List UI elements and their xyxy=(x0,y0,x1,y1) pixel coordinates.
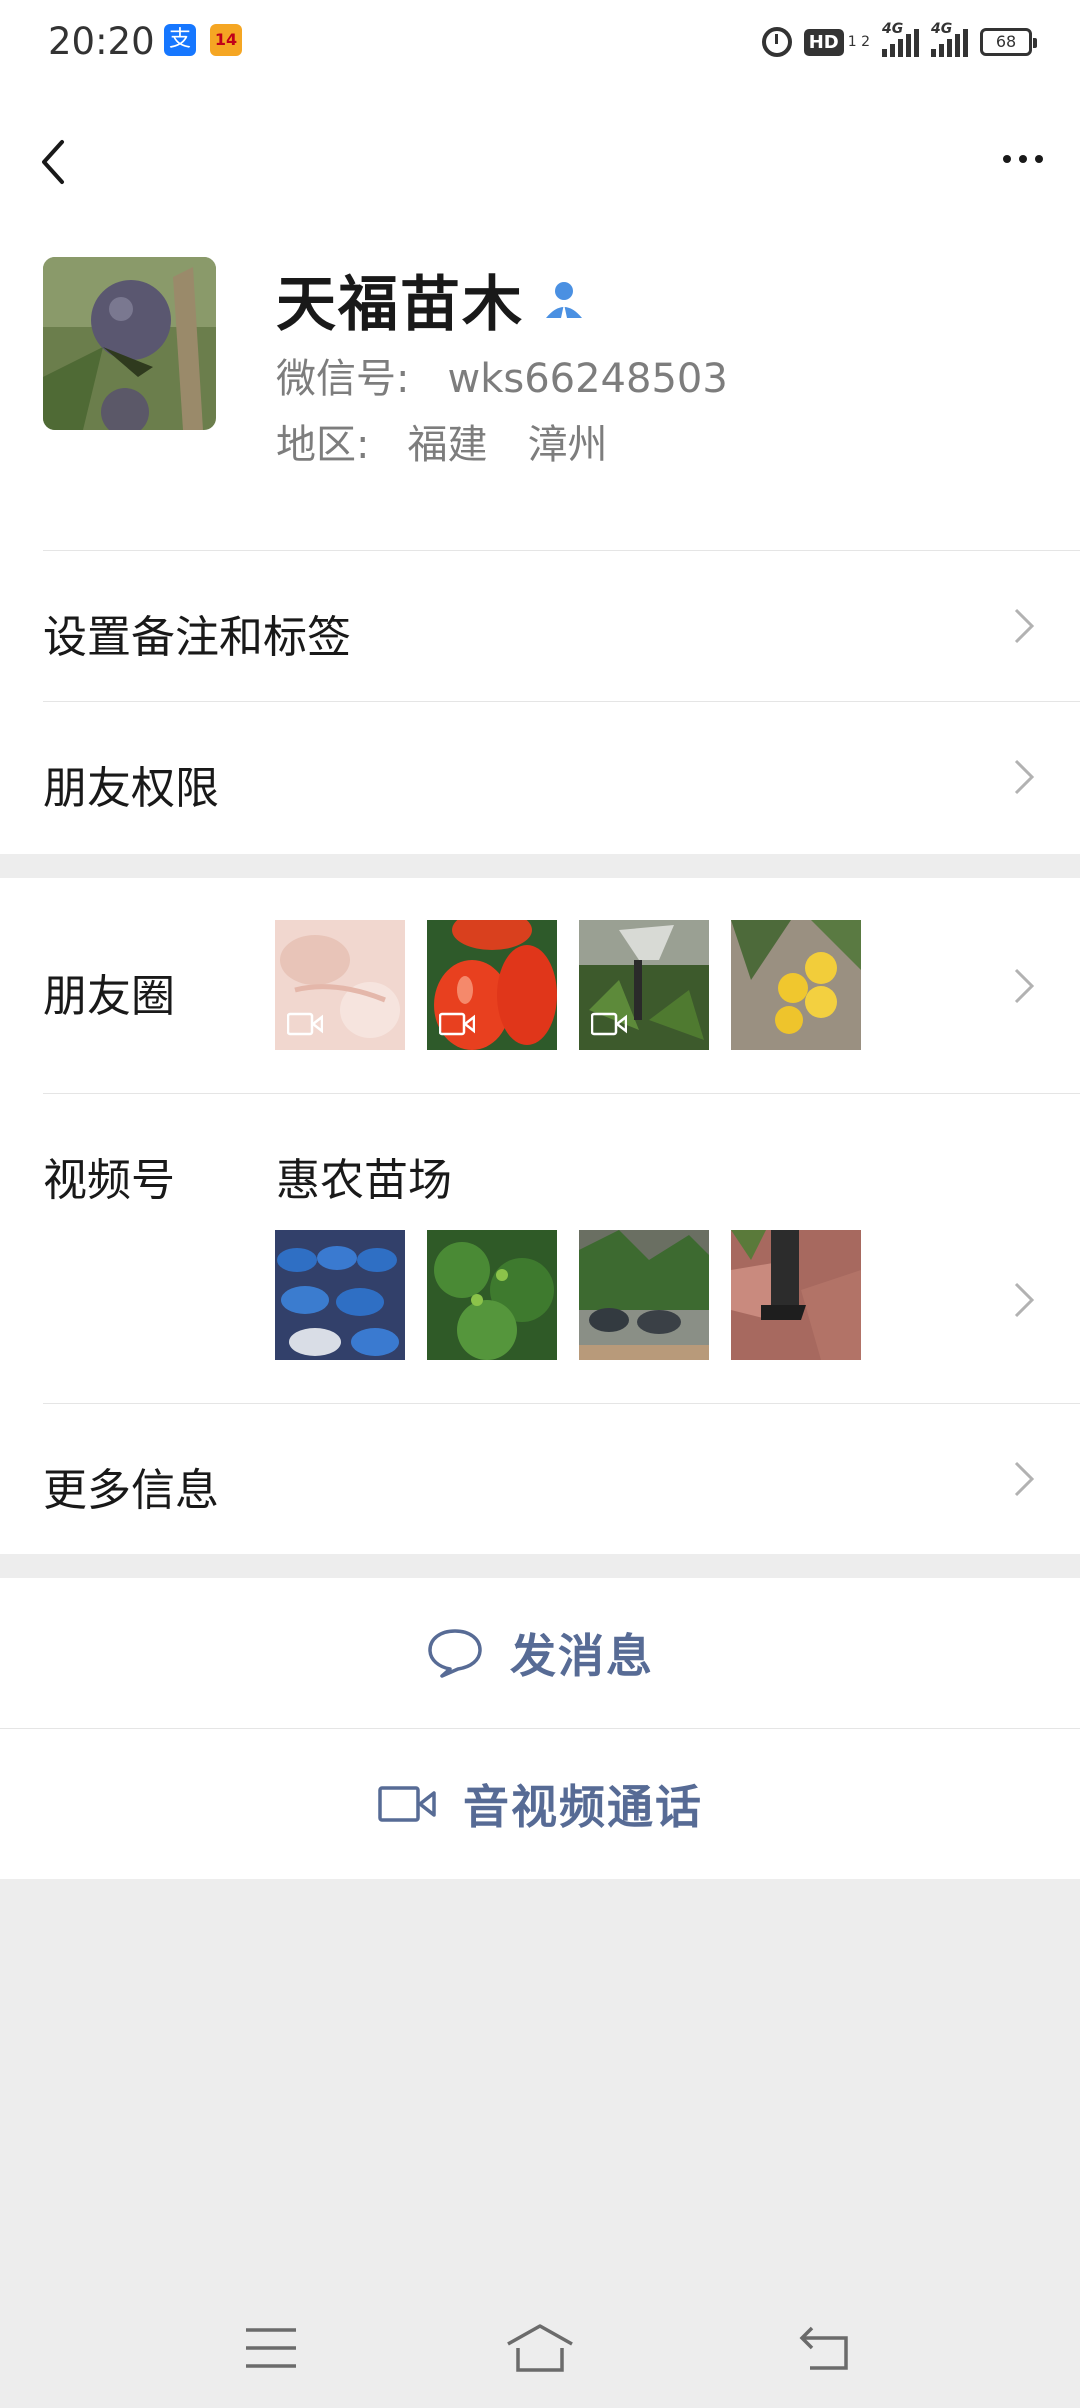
more-info-label: 更多信息 xyxy=(43,1465,219,1516)
friend-permissions-row[interactable]: 朋友权限 xyxy=(0,702,1080,852)
moments-thumbnail xyxy=(731,920,861,1050)
sim2-network-type: 4G xyxy=(931,21,953,37)
remark-tags-row[interactable]: 设置备注和标签 xyxy=(0,551,1080,701)
send-message-label: 发消息 xyxy=(510,1629,654,1683)
friend-permissions-label: 朋友权限 xyxy=(43,763,219,814)
status-time: 20:20 xyxy=(48,20,155,63)
chat-bubble-icon xyxy=(428,1629,482,1678)
channels-label: 视频号 xyxy=(43,1155,175,1206)
video-icon xyxy=(287,1012,323,1036)
status-bar: 20:20 支 14 HD 1 2 4G 4G 68 xyxy=(0,0,1080,84)
channels-row[interactable]: 视频号 惠农苗场 xyxy=(0,1094,1080,1404)
alipay-icon: 支 xyxy=(164,24,196,56)
chevron-right-icon xyxy=(1014,1282,1035,1318)
moments-thumbnail xyxy=(275,920,405,1050)
channels-thumbnail xyxy=(731,1230,861,1360)
more-button[interactable] xyxy=(988,134,1058,184)
region-city: 漳州 xyxy=(527,422,608,468)
channels-thumbnail xyxy=(427,1230,557,1360)
video-icon xyxy=(591,1012,627,1036)
back-button[interactable] xyxy=(30,120,80,200)
moments-row[interactable]: 朋友圈 xyxy=(0,878,1080,1094)
app-notification-icon: 14 xyxy=(210,24,242,56)
name-row: 天福苗木 xyxy=(276,256,586,343)
more-dot xyxy=(1035,155,1043,163)
region-row: 地区: 福建 漳州 xyxy=(276,412,607,470)
region-label: 地区: xyxy=(276,422,370,468)
back-nav-icon[interactable] xyxy=(796,2324,850,2372)
hd-voice-icon: HD xyxy=(803,28,844,56)
region-province: 福建 xyxy=(407,422,488,468)
channels-thumbnail xyxy=(275,1230,405,1360)
profile-card: 天福苗木 微信号: wks66248503 地区: 福建 漳州 设置备注和标签 朋友权… xyxy=(0,84,1080,854)
person-verified-icon xyxy=(546,281,582,318)
chevron-left-icon xyxy=(42,140,64,184)
signal-sim2-icon: 4G xyxy=(931,21,968,57)
more-dot xyxy=(1003,155,1011,163)
video-icon xyxy=(439,1012,475,1036)
send-message-button[interactable]: 发消息 xyxy=(0,1578,1080,1728)
more-info-row[interactable]: 更多信息 xyxy=(0,1404,1080,1554)
video-call-button[interactable]: 音视频通话 xyxy=(0,1729,1080,1879)
home-icon[interactable] xyxy=(504,2322,576,2374)
video-call-label: 音视频通话 xyxy=(463,1780,703,1834)
chevron-right-icon xyxy=(1014,968,1035,1004)
remark-tags-label: 设置备注和标签 xyxy=(43,612,351,663)
more-dot xyxy=(1019,155,1027,163)
chevron-right-icon xyxy=(1014,759,1035,795)
menu-icon[interactable] xyxy=(244,2326,298,2370)
hd-sim-index: 1 2 xyxy=(847,34,870,50)
avatar-image xyxy=(43,257,216,430)
avatar[interactable] xyxy=(43,257,216,430)
channels-name: 惠农苗场 xyxy=(276,1155,452,1206)
moments-thumbnail xyxy=(427,920,557,1050)
wechat-id-row: 微信号: wks66248503 xyxy=(276,346,728,404)
profile-name: 天福苗木 xyxy=(276,270,524,340)
battery-icon: 68 xyxy=(980,28,1037,56)
moments-thumbnail xyxy=(579,920,709,1050)
chevron-right-icon xyxy=(1014,608,1035,644)
wechat-id-value: wks66248503 xyxy=(447,356,728,402)
alarm-icon xyxy=(761,27,792,57)
chevron-right-icon xyxy=(1014,1461,1035,1497)
wechat-id-label: 微信号: xyxy=(276,356,410,402)
moments-label: 朋友圈 xyxy=(43,971,175,1022)
system-navigation-bar xyxy=(0,2300,1080,2408)
status-indicators: HD 1 2 4G 4G 68 xyxy=(761,21,1037,62)
sim1-network-type: 4G xyxy=(882,21,904,37)
signal-sim1-icon: 4G xyxy=(882,21,919,57)
channels-thumbnail xyxy=(579,1230,709,1360)
video-camera-icon xyxy=(378,1786,436,1822)
